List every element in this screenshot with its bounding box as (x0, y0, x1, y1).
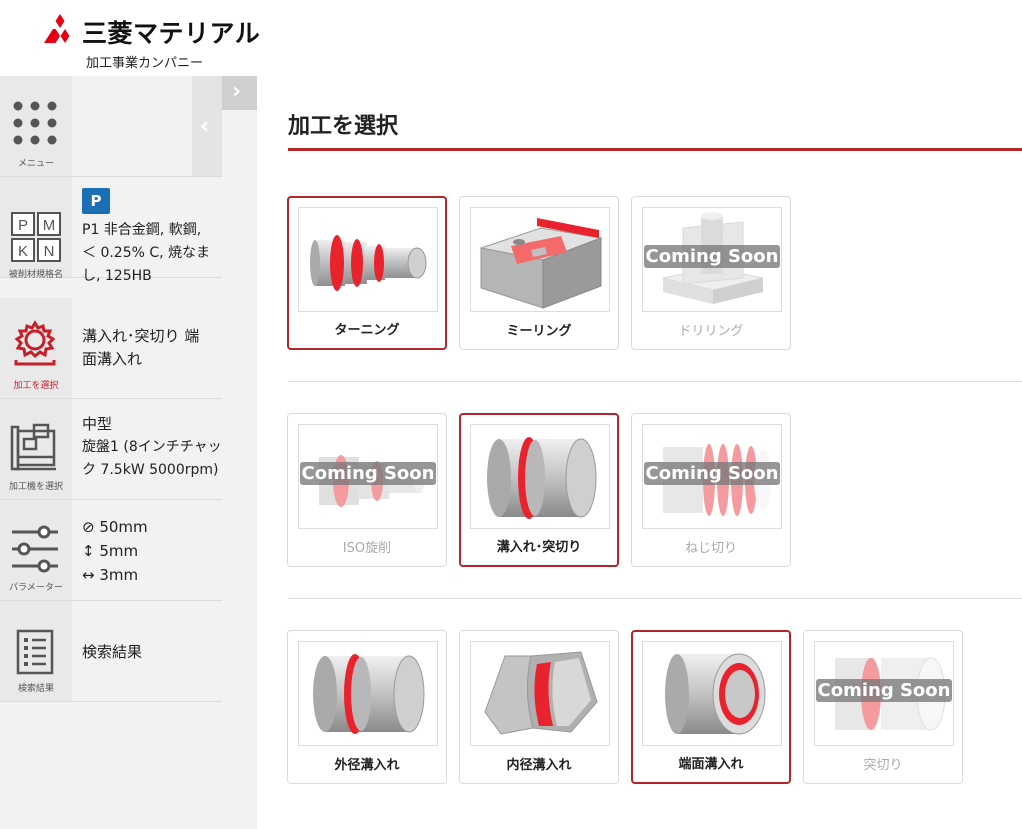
pmk-grid-icon: P M K N (11, 212, 61, 262)
process-line: 溝入れ･突切り 端 (82, 327, 200, 345)
three-diamonds-logo-icon (44, 14, 70, 43)
brand-subtitle: 加工事業カンパニー (86, 56, 204, 71)
milling-block-icon (479, 218, 603, 309)
sidebar-item-material[interactable]: P M K N 被削材規格名 P1 非合金鋼, 軟鋼, ＜ 0.25% C, 焼… (0, 177, 222, 284)
card-label: ねじ切り (684, 541, 737, 556)
sidebar-item-menu[interactable]: メニュー (0, 76, 222, 177)
card-thumbnail: Coming Soon (642, 424, 782, 529)
process-card-face-grooving[interactable]: 端面溝入れ (631, 630, 791, 784)
card-thumbnail (470, 424, 610, 529)
material-description: P1 非合金鋼, 軟鋼, ＜ 0.25% C, 焼なま し, 125HB (82, 219, 210, 288)
width-value: ↔ 3mm (82, 566, 139, 584)
sidebar-gutter (222, 76, 257, 829)
sidebar-icon-cell: 加工機を選択 (0, 399, 72, 499)
card-label: 端面溝入れ (678, 757, 744, 772)
process-card-external-grooving[interactable]: 外径溝入れ (287, 630, 447, 784)
section-divider (288, 598, 1022, 599)
machine-description: 中型 旋盤1 (8インチチャッ ク 7.5kW 5000rpm) (82, 413, 222, 482)
lathe-icon (10, 423, 56, 471)
chevron-left-icon: ‹ (200, 114, 210, 139)
internal-groove-icon (484, 651, 598, 735)
process-card-grooving[interactable]: 溝入れ･突切り (459, 413, 619, 567)
list-doc-icon (16, 629, 54, 675)
process-card-internal-grooving[interactable]: 内径溝入れ (459, 630, 619, 784)
section-divider (288, 381, 1022, 382)
face-groove-icon (665, 653, 766, 735)
card-label: ミーリング (506, 324, 572, 339)
card-label: 外径溝入れ (334, 758, 400, 773)
pmk-letter: M (43, 217, 56, 234)
card-label: 溝入れ･突切り (496, 540, 582, 555)
card-thumbnail (470, 207, 610, 312)
card-label: 突切り (863, 758, 903, 773)
sidebar-item-parameters-label: パラメーター (9, 583, 63, 593)
depth-value: ↕ 5mm (82, 542, 139, 560)
coming-soon-badge: Coming Soon (815, 679, 953, 702)
card-label: 内径溝入れ (506, 758, 572, 773)
company-logo[interactable]: 三菱マテリアル 加工事業カンパニー (44, 10, 260, 71)
grid-dots-icon (13, 101, 57, 145)
sidebar-item-process[interactable]: 加工を選択 溝入れ･突切り 端 面溝入れ (0, 298, 222, 399)
sidebar-item-material-label: 被削材規格名 (8, 270, 63, 280)
sidebar-item-results[interactable]: 検索結果 検索結果 (0, 601, 222, 702)
card-thumbnail (642, 641, 782, 746)
sidebar-item-parameters[interactable]: パラメーター ⊘ 50mm ↕ 5mm ↔ 3mm (0, 500, 222, 601)
external-groove-icon (313, 654, 425, 734)
sidebar-item-machine[interactable]: 加工機を選択 中型 旋盤1 (8インチチャッ ク 7.5kW 5000rpm) (0, 399, 222, 500)
sidebar-item-menu-label: メニュー (17, 159, 54, 169)
sidebar-icon-cell: P M K N 被削材規格名 (0, 177, 72, 280)
coming-soon-badge: Coming Soon (299, 462, 437, 485)
process-line: 面溝入れ (82, 350, 143, 368)
diameter-value: ⊘ 50mm (82, 518, 148, 536)
card-thumbnail (298, 641, 438, 746)
process-card-milling[interactable]: ミーリング (459, 196, 619, 350)
process-card-turning[interactable]: ターニング (287, 196, 447, 350)
card-thumbnail: Coming Soon (814, 641, 954, 746)
brand-name: 三菱マテリアル (82, 19, 261, 48)
coming-soon-badge: Coming Soon (643, 245, 781, 268)
sidebar-icon-cell: 加工を選択 (0, 298, 72, 398)
turning-part-icon (310, 235, 427, 291)
pmk-letter: N (44, 243, 55, 260)
machine-line: ク 7.5kW 5000rpm) (82, 462, 219, 478)
card-thumbnail (470, 641, 610, 746)
material-group-badge: P (82, 188, 110, 214)
grooving-icon (487, 437, 597, 519)
process-description: 溝入れ･突切り 端 面溝入れ (82, 325, 199, 371)
collapse-sidebar-button[interactable]: ‹ (192, 76, 222, 176)
expand-panel-button[interactable]: › (222, 76, 257, 110)
card-label: ターニング (334, 323, 400, 338)
sidebar-icon-cell: パラメーター (0, 500, 72, 600)
parameter-values: ⊘ 50mm ↕ 5mm ↔ 3mm (82, 515, 148, 587)
machine-line: 旋盤1 (8インチチャッ (82, 439, 222, 455)
material-line: ＜ 0.25% C, 焼なま (82, 245, 211, 261)
pmk-letter: K (18, 243, 28, 260)
title-underline (288, 148, 1022, 151)
machine-size: 中型 (82, 415, 113, 433)
card-thumbnail: Coming Soon (642, 207, 782, 312)
gear-tool-icon (14, 320, 56, 366)
chevron-right-icon: › (232, 79, 242, 104)
sidebar-item-process-label: 加工を選択 (13, 381, 59, 391)
sidebar-icon-cell: メニュー (0, 76, 72, 176)
process-card-iso-turning: Coming Soon ISO旋削 (287, 413, 447, 567)
card-thumbnail (298, 207, 438, 312)
coming-soon-badge: Coming Soon (643, 462, 781, 485)
page-title: 加工を選択 (288, 114, 399, 139)
card-label: ISO旋削 (342, 541, 392, 556)
sidebar-item-results-label: 検索結果 (17, 684, 54, 694)
sidebar-icon-cell: 検索結果 (0, 601, 72, 701)
pmk-letter: P (18, 217, 28, 234)
material-line: P1 非合金鋼, 軟鋼, (82, 222, 202, 238)
card-label: ドリリング (678, 324, 744, 339)
process-card-parting-off: Coming Soon 突切り (803, 630, 963, 784)
card-thumbnail: Coming Soon (298, 424, 438, 529)
process-card-drilling: Coming Soon ドリリング (631, 196, 791, 350)
sliders-icon (12, 525, 58, 573)
process-card-threading: Coming Soon ねじ切り (631, 413, 791, 567)
material-line: し, 125HB (82, 268, 152, 284)
results-text: 検索結果 (82, 643, 143, 661)
sidebar-item-machine-label: 加工機を選択 (8, 482, 63, 492)
